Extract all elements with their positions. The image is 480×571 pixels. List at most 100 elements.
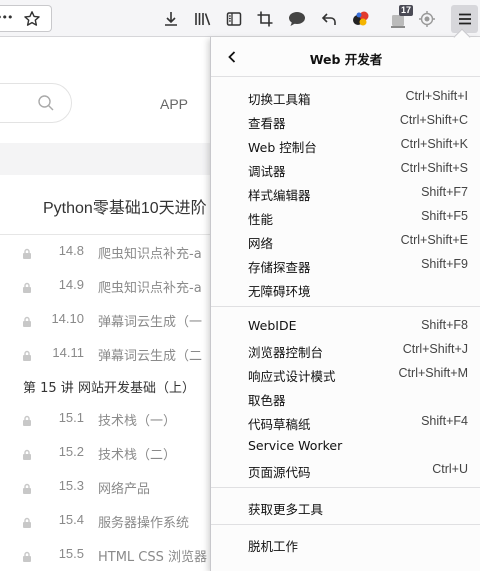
- menu-item-label: 响应式设计模式: [248, 369, 336, 384]
- menu-item-label: 性能: [248, 212, 274, 227]
- menu-item-label: 调试器: [248, 164, 286, 179]
- lesson-name[interactable]: 弹幕词云生成（二: [98, 345, 202, 364]
- addon-badge-count: 17: [398, 5, 413, 16]
- menu-item-label: 取色器: [248, 393, 286, 408]
- undo-icon[interactable]: [316, 6, 342, 32]
- menu-item-debugger[interactable]: 调试器 Ctrl+Shift+S: [211, 157, 480, 181]
- menu-item-label: 页面源代码: [248, 465, 311, 480]
- lesson-number: 14.11: [52, 345, 84, 360]
- lesson-name[interactable]: 服务器操作系统: [98, 512, 189, 531]
- search-icon[interactable]: [37, 94, 55, 116]
- lesson-number: 15.3: [58, 478, 84, 493]
- menu-item-label: 浏览器控制台: [248, 345, 324, 360]
- menu-item-network[interactable]: 网络 Ctrl+Shift+E: [211, 229, 480, 253]
- menu-item-inspector[interactable]: 查看器 Ctrl+Shift+C: [211, 109, 480, 133]
- lesson-number: 14.9: [58, 277, 84, 292]
- menu-item-shortcut: Ctrl+Shift+C: [399, 113, 468, 127]
- course-title: Python零基础10天进阶: [43, 200, 207, 217]
- lesson-name[interactable]: HTML CSS 浏览器: [98, 546, 207, 565]
- menu-item-shortcut: Ctrl+Shift+S: [400, 161, 468, 175]
- menu-item-shortcut: Ctrl+Shift+I: [405, 89, 468, 103]
- chat-icon[interactable]: [284, 6, 310, 32]
- menu-divider: [211, 524, 480, 525]
- lesson-number: 15.5: [58, 546, 84, 561]
- menu-item-webide[interactable]: WebIDE Shift+F8: [211, 314, 480, 338]
- lock-icon: [22, 279, 32, 298]
- menu-item-eyedropper[interactable]: 取色器: [211, 386, 480, 410]
- menu-item-style-editor[interactable]: 样式编辑器 Shift+F7: [211, 181, 480, 205]
- lock-icon: [22, 514, 32, 533]
- menu-divider: [211, 487, 480, 488]
- menu-item-label: 查看器: [248, 116, 286, 131]
- browser-toolbar: ••• 17: [0, 0, 480, 37]
- panel-title: Web 开发者: [309, 52, 383, 67]
- menu-item-service-worker[interactable]: Service Worker: [211, 434, 480, 458]
- url-bar[interactable]: •••: [0, 5, 52, 32]
- menu-item-web-console[interactable]: Web 控制台 Ctrl+Shift+K: [211, 133, 480, 157]
- lock-icon: [22, 446, 32, 465]
- lesson-name[interactable]: 爬虫知识点补充-a: [98, 277, 202, 296]
- menu-item-toggle-tools[interactable]: 切换工具箱 Ctrl+Shift+I: [211, 85, 480, 109]
- menu-divider: [211, 306, 480, 307]
- menu-item-shortcut: Ctrl+Shift+K: [400, 137, 468, 151]
- menu-item-label: 样式编辑器: [248, 188, 311, 203]
- menu-item-shortcut: Shift+F7: [421, 185, 468, 199]
- menu-item-performance[interactable]: 性能 Shift+F5: [211, 205, 480, 229]
- lesson-number: 15.1: [58, 410, 84, 425]
- menu-item-scratchpad[interactable]: 代码草稿纸 Shift+F4: [211, 410, 480, 434]
- menu-item-label: 切换工具箱: [248, 92, 311, 107]
- lock-icon: [22, 313, 32, 332]
- menu-item-label: 无障碍环境: [248, 284, 311, 299]
- page-actions-ellipsis[interactable]: •••: [0, 11, 13, 24]
- menu-item-label: 网络: [248, 236, 274, 251]
- section-heading: 第 15 讲 网站开发基础（上）: [23, 381, 195, 396]
- menu-item-accessibility[interactable]: 无障碍环境: [211, 277, 480, 301]
- lesson-name[interactable]: 网络产品: [98, 478, 150, 497]
- menu-item-label: WebIDE: [248, 318, 297, 333]
- lesson-name[interactable]: 弹幕词云生成（一: [98, 311, 202, 330]
- target-icon[interactable]: [414, 6, 440, 32]
- menu-item-shortcut: Shift+F5: [421, 209, 468, 223]
- menu-item-work-offline[interactable]: 脱机工作: [211, 532, 480, 556]
- menu-item-shortcut: Ctrl+Shift+J: [402, 342, 468, 356]
- menu-item-label: Web 控制台: [248, 140, 317, 155]
- menu-item-shortcut: Ctrl+Shift+E: [400, 233, 468, 247]
- menu-item-page-source[interactable]: 页面源代码 Ctrl+U: [211, 458, 480, 482]
- colorful-addon-icon[interactable]: [348, 6, 374, 32]
- menu-item-shortcut: Ctrl+Shift+M: [398, 366, 468, 380]
- lock-icon: [22, 548, 32, 567]
- sidebar-icon[interactable]: [221, 6, 247, 32]
- screenshot-icon[interactable]: [252, 6, 278, 32]
- menu-item-responsive-design[interactable]: 响应式设计模式 Ctrl+Shift+M: [211, 362, 480, 386]
- lesson-name[interactable]: 技术栈（二）: [98, 444, 176, 463]
- menu-item-label: 脱机工作: [248, 539, 299, 554]
- web-developer-panel: Web 开发者 切换工具箱 Ctrl+Shift+I 查看器 Ctrl+Shift+…: [210, 28, 480, 571]
- menu-item-label: 获取更多工具: [248, 502, 324, 517]
- lock-icon: [22, 412, 32, 431]
- lesson-number: 14.10: [51, 311, 84, 326]
- lesson-number: 15.4: [58, 512, 84, 527]
- menu-item-label: Service Worker: [248, 438, 343, 453]
- menu-item-storage-inspector[interactable]: 存储探查器 Shift+F9: [211, 253, 480, 277]
- menu-item-shortcut: Shift+F8: [421, 318, 468, 332]
- menu-item-label: 存储探查器: [248, 260, 311, 275]
- menu-item-shortcut: Ctrl+U: [432, 462, 468, 476]
- library-icon[interactable]: [190, 6, 216, 32]
- star-icon[interactable]: [23, 10, 41, 32]
- lesson-number: 15.2: [58, 444, 84, 459]
- lock-icon: [22, 347, 32, 366]
- panel-header: Web 开发者: [211, 37, 480, 77]
- menu-item-shortcut: Shift+F4: [421, 414, 468, 428]
- download-icon[interactable]: [158, 6, 184, 32]
- nav-app-link[interactable]: APP: [160, 96, 188, 112]
- search-box[interactable]: [0, 83, 72, 123]
- menu-item-shortcut: Shift+F9: [421, 257, 468, 271]
- lesson-name[interactable]: 技术栈（一）: [98, 410, 176, 429]
- addon-badge-icon[interactable]: 17: [383, 5, 413, 32]
- menu-item-browser-console[interactable]: 浏览器控制台 Ctrl+Shift+J: [211, 338, 480, 362]
- menu-item-label: 代码草稿纸: [248, 417, 311, 432]
- menu-item-get-more-tools[interactable]: 获取更多工具: [211, 495, 480, 519]
- hamburger-menu-icon[interactable]: [451, 5, 478, 33]
- lesson-number: 14.8: [58, 243, 84, 258]
- lesson-name[interactable]: 爬虫知识点补充-a: [98, 243, 202, 262]
